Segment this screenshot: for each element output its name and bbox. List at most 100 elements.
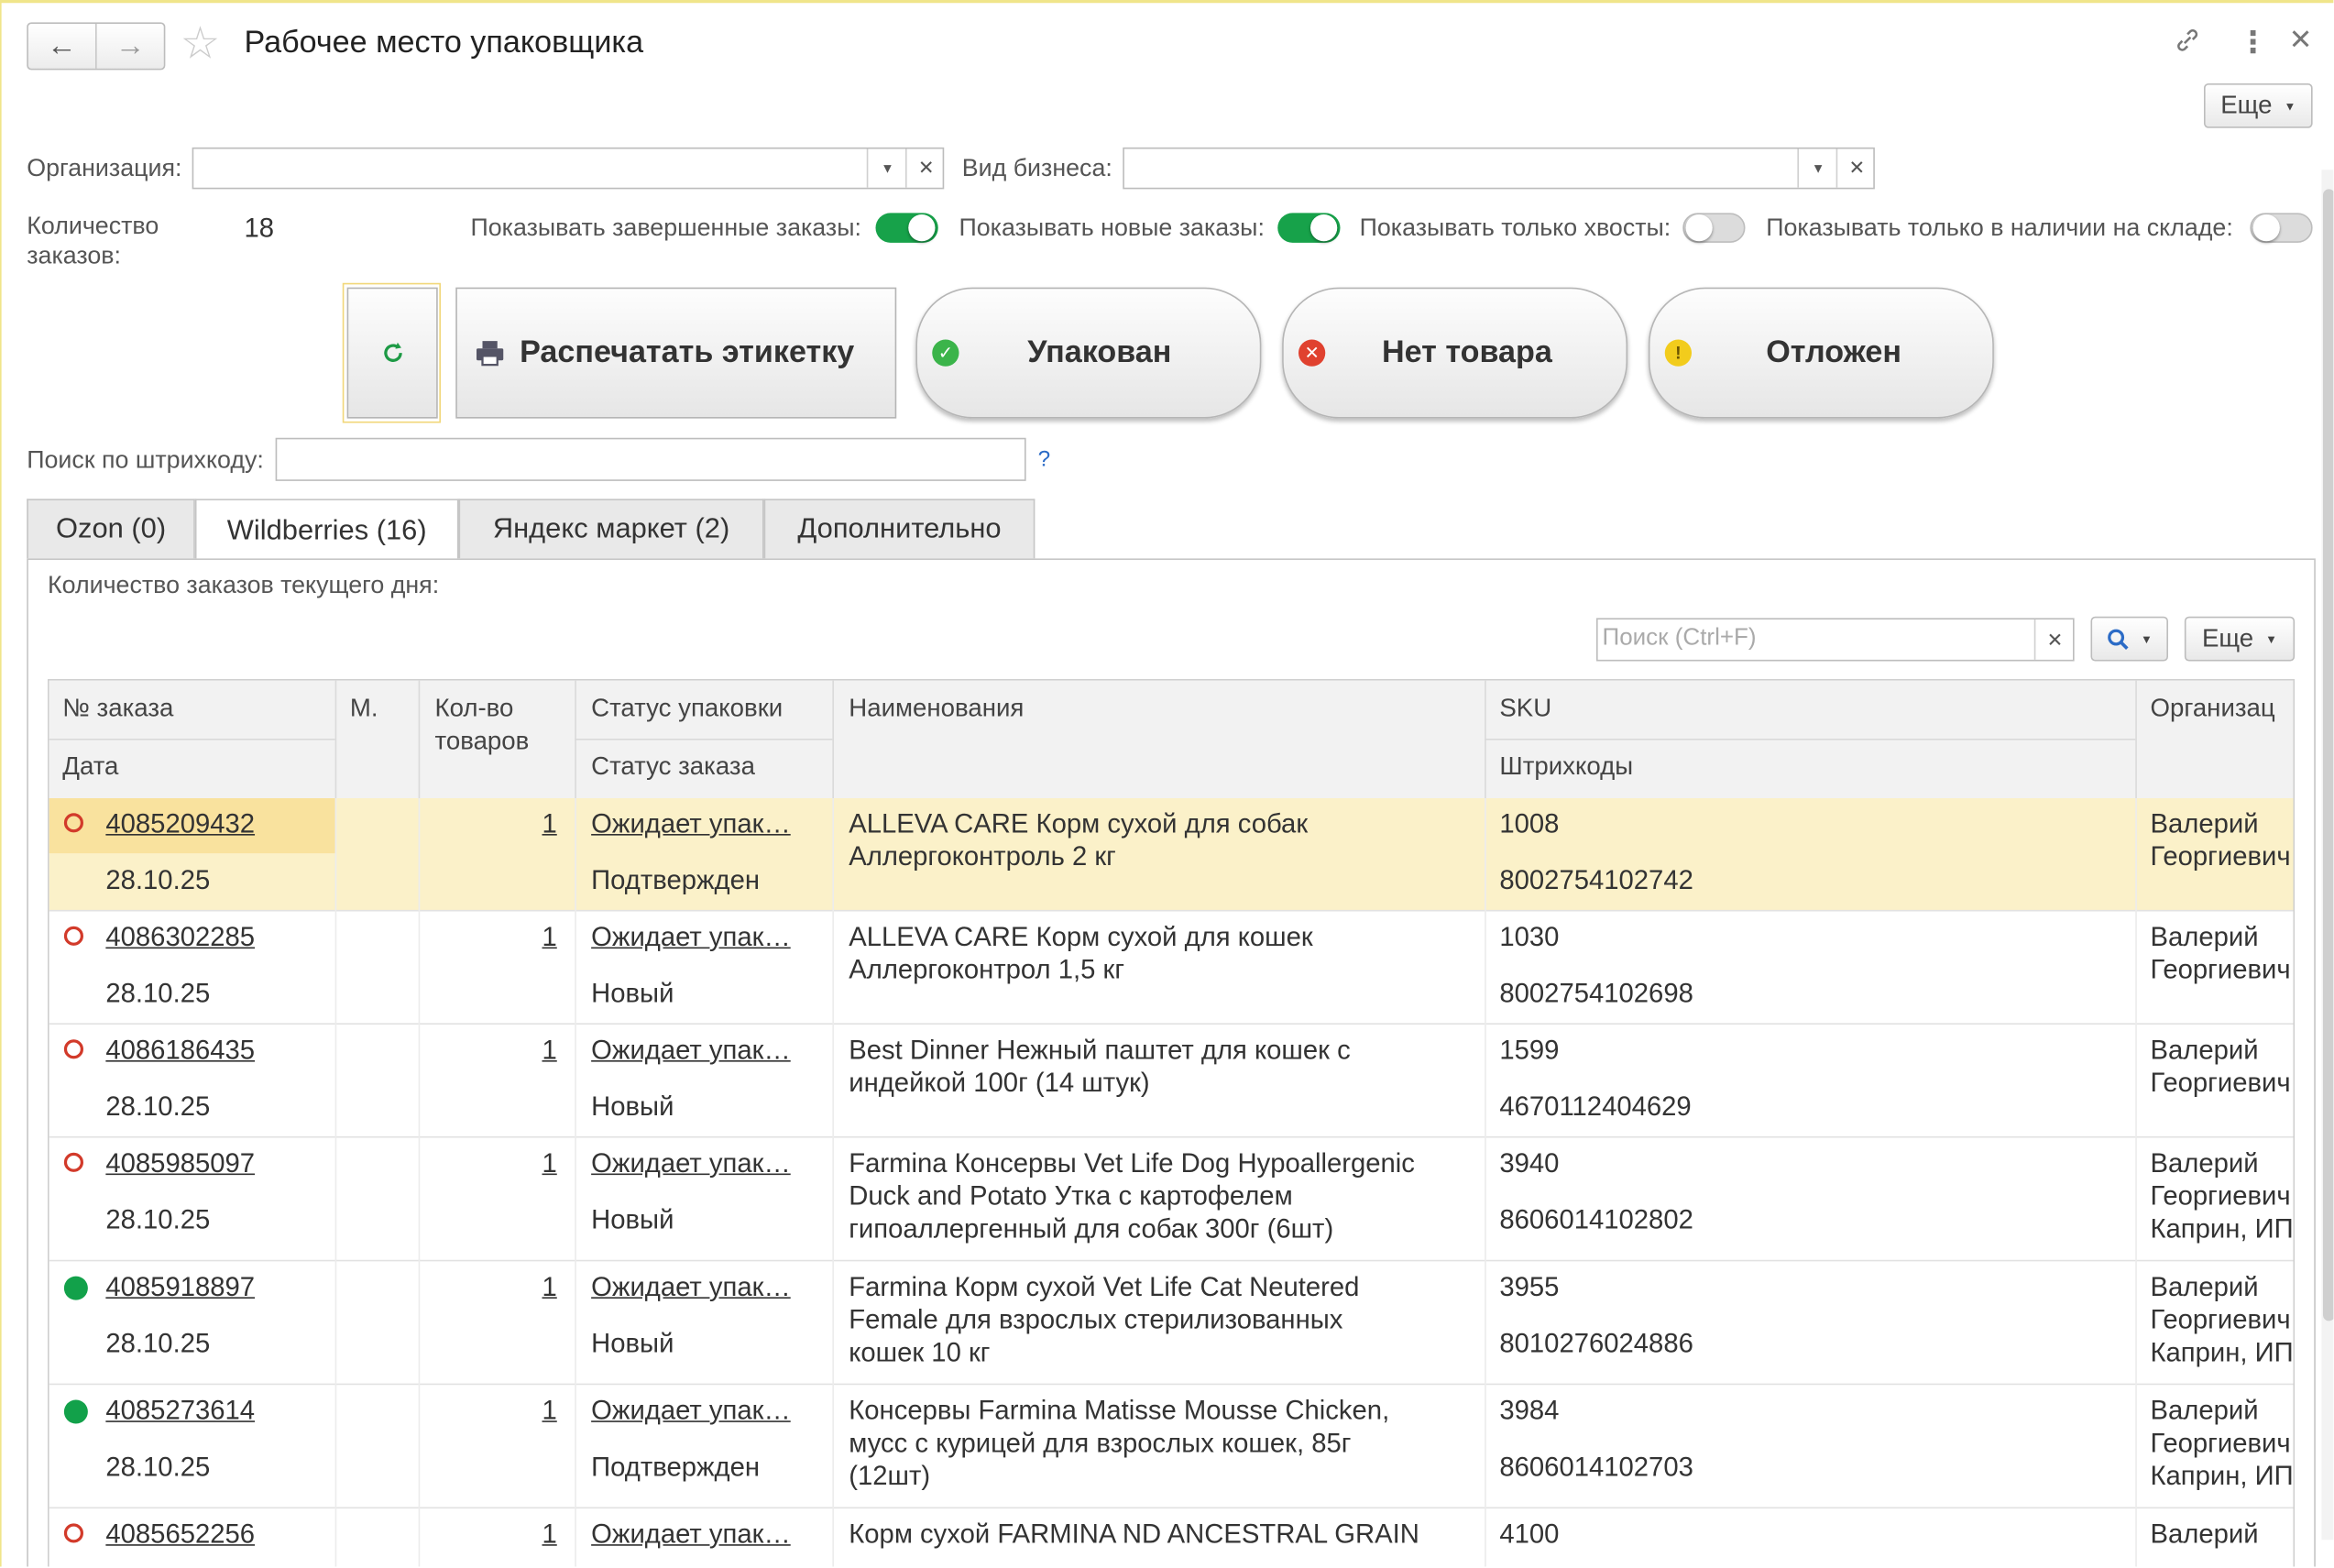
- item-count-link[interactable]: 1: [542, 1146, 557, 1179]
- order-number-link[interactable]: 4086186435: [105, 1034, 255, 1067]
- business-clear-icon[interactable]: ✕: [1835, 148, 1877, 188]
- item-count-link[interactable]: 1: [542, 920, 557, 953]
- order-number-link[interactable]: 4085209432: [105, 807, 255, 840]
- item-count-link[interactable]: 1: [542, 807, 557, 840]
- pack-status-link[interactable]: Ожидает упак…: [591, 1518, 791, 1551]
- barcode-value: 4670112404629: [1499, 1091, 1692, 1122]
- item-count-link[interactable]: 1: [542, 1034, 557, 1067]
- header-order-no[interactable]: № заказа: [62, 693, 173, 726]
- forward-button[interactable]: →: [95, 24, 164, 69]
- barcode-help-icon[interactable]: ?: [1038, 447, 1051, 473]
- table-search-input[interactable]: Поиск (Ctrl+F) ✕: [1596, 618, 2075, 662]
- barcode-search-input[interactable]: [275, 437, 1026, 481]
- organization-dropdown-icon[interactable]: ▼: [866, 148, 907, 188]
- menu-dots-icon[interactable]: ⋮: [2238, 24, 2268, 61]
- favorite-star-icon[interactable]: ☆: [181, 18, 221, 71]
- table-row[interactable]: 4085652256 1 Ожидает упак… Корм сухой FARMI…: [49, 1508, 2294, 1567]
- link-icon[interactable]: [2173, 26, 2203, 63]
- header-names[interactable]: Наименования: [849, 693, 1024, 726]
- table-row[interactable]: 4085985097 28.10.25 1 Ожидает упак… Новый Far…: [49, 1137, 2294, 1262]
- tab-additional[interactable]: Дополнительно: [763, 499, 1036, 559]
- error-cross-icon: ✕: [1298, 339, 1326, 367]
- order-status: Подтвержден: [591, 1452, 761, 1482]
- product-name: Farmina Консервы Vet Life Dog Hypoallerg…: [849, 1147, 1415, 1179]
- product-name: Корм сухой FARMINA ND ANCESTRAL GRAIN: [849, 1519, 1419, 1550]
- tab-wildberries[interactable]: Wildberries (16): [194, 499, 459, 562]
- barcode-value: 8002754102742: [1499, 865, 1693, 895]
- table-row[interactable]: 4085273614 28.10.25 1 Ожидает упак… Подтверж…: [49, 1385, 2294, 1509]
- header-sku[interactable]: SKU: [1499, 693, 1551, 726]
- item-count-link[interactable]: 1: [542, 1518, 557, 1551]
- table-search-button[interactable]: ▼: [2090, 616, 2168, 662]
- chevron-down-icon: ▼: [2265, 631, 2278, 646]
- organization-name: Георгиевич: [2150, 954, 2291, 985]
- sku-value: 3984: [1499, 1395, 1560, 1426]
- pack-status-link[interactable]: Ожидает упак…: [591, 1270, 791, 1303]
- table-row[interactable]: 4086302285 28.10.25 1 Ожидает упак… Новый ALL…: [49, 911, 2294, 1025]
- product-name: (12шт): [849, 1461, 931, 1491]
- scrollbar-thumb[interactable]: [2323, 189, 2334, 1321]
- show-tails-toggle[interactable]: [1682, 213, 1746, 243]
- order-number-link[interactable]: 4085652256: [105, 1518, 255, 1551]
- pack-status-link[interactable]: Ожидает упак…: [591, 807, 791, 840]
- tab-ozon[interactable]: Ozon (0): [27, 499, 195, 559]
- order-number-link[interactable]: 4085985097: [105, 1146, 255, 1179]
- business-dropdown-icon[interactable]: ▼: [1797, 148, 1837, 188]
- show-completed-toggle[interactable]: [875, 213, 938, 243]
- back-button[interactable]: ←: [28, 24, 95, 69]
- pack-status-link[interactable]: Ожидает упак…: [591, 1034, 791, 1067]
- product-name: Female для взрослых стерилизованных: [849, 1304, 1343, 1335]
- item-count-link[interactable]: 1: [542, 1270, 557, 1303]
- status-ring-red-icon: [63, 1152, 83, 1172]
- header-organization[interactable]: Организац: [2151, 693, 2275, 726]
- search-icon: [2107, 628, 2128, 650]
- header-order-status[interactable]: Статус заказа: [591, 751, 755, 784]
- order-number-link[interactable]: 4085918897: [105, 1270, 255, 1303]
- status-ring-red-icon: [63, 1039, 83, 1059]
- table-row[interactable]: 4086186435 28.10.25 1 Ожидает упак… Новый Bes…: [49, 1025, 2294, 1138]
- more-button-top[interactable]: Еще ▼: [2204, 83, 2313, 128]
- order-status: Новый: [591, 1091, 674, 1122]
- show-in-stock-label: Показывать только в наличии на складе:: [1766, 214, 2233, 242]
- orders-table: № заказа Дата М. Кол-во товаров Статус уп…: [48, 679, 2296, 1567]
- no-item-button[interactable]: ✕ Нет товара: [1282, 287, 1628, 419]
- item-count-link[interactable]: 1: [542, 1394, 557, 1427]
- pack-status-link[interactable]: Ожидает упак…: [591, 1146, 791, 1179]
- sku-value: 3955: [1499, 1271, 1560, 1302]
- printer-icon: [477, 341, 504, 367]
- pack-status-link[interactable]: Ожидает упак…: [591, 920, 791, 953]
- order-number-link[interactable]: 4086302285: [105, 920, 255, 953]
- order-date: 28.10.25: [105, 865, 211, 895]
- table-row[interactable]: 4085209432 28.10.25 1 Ожидает упак… Подтверж…: [49, 798, 2294, 912]
- table-row[interactable]: 4085918897 28.10.25 1 Ожидает упак… Новый Far…: [49, 1261, 2294, 1386]
- refresh-button[interactable]: [346, 287, 438, 419]
- tab-yandex-market[interactable]: Яндекс маркет (2): [458, 499, 764, 559]
- organization-name: Валерий: [2150, 1035, 2259, 1065]
- show-new-toggle[interactable]: [1277, 213, 1341, 243]
- close-icon[interactable]: ✕: [2289, 24, 2313, 58]
- organization-name: Георгиевич: [2150, 841, 2291, 872]
- header-barcodes[interactable]: Штрихкоды: [1499, 751, 1633, 784]
- table-search-clear-icon[interactable]: ✕: [2033, 620, 2075, 660]
- status-dot-green-icon: [63, 1276, 88, 1300]
- show-in-stock-toggle[interactable]: [2250, 213, 2313, 243]
- header-m[interactable]: М.: [350, 693, 378, 726]
- print-label-button[interactable]: Распечатать этикетку: [455, 287, 897, 419]
- pack-status-link[interactable]: Ожидает упак…: [591, 1394, 791, 1427]
- postponed-button[interactable]: ! Отложен: [1648, 287, 1994, 419]
- table-more-button[interactable]: Еще ▼: [2184, 616, 2296, 662]
- header-date[interactable]: Дата: [62, 751, 118, 784]
- product-name: индейкой 100г (14 штук): [849, 1068, 1150, 1098]
- packed-button[interactable]: ✓ Упакован: [915, 287, 1262, 419]
- header-qty[interactable]: Кол-во товаров: [435, 693, 530, 759]
- product-name: Аллергоконтроль 2 кг: [849, 841, 1116, 872]
- organization-clear-icon[interactable]: ✕: [905, 148, 946, 188]
- business-field[interactable]: ▼ ✕: [1123, 147, 1877, 190]
- barcode-value: 8606014102703: [1499, 1452, 1693, 1482]
- header-pack-status[interactable]: Статус упаковки: [591, 693, 783, 726]
- order-date: 28.10.25: [105, 1452, 211, 1482]
- organization-name: Валерий: [2150, 921, 2259, 952]
- order-status: Подтвержден: [591, 865, 761, 895]
- order-number-link[interactable]: 4085273614: [105, 1394, 255, 1427]
- organization-field[interactable]: ▼ ✕: [192, 147, 946, 190]
